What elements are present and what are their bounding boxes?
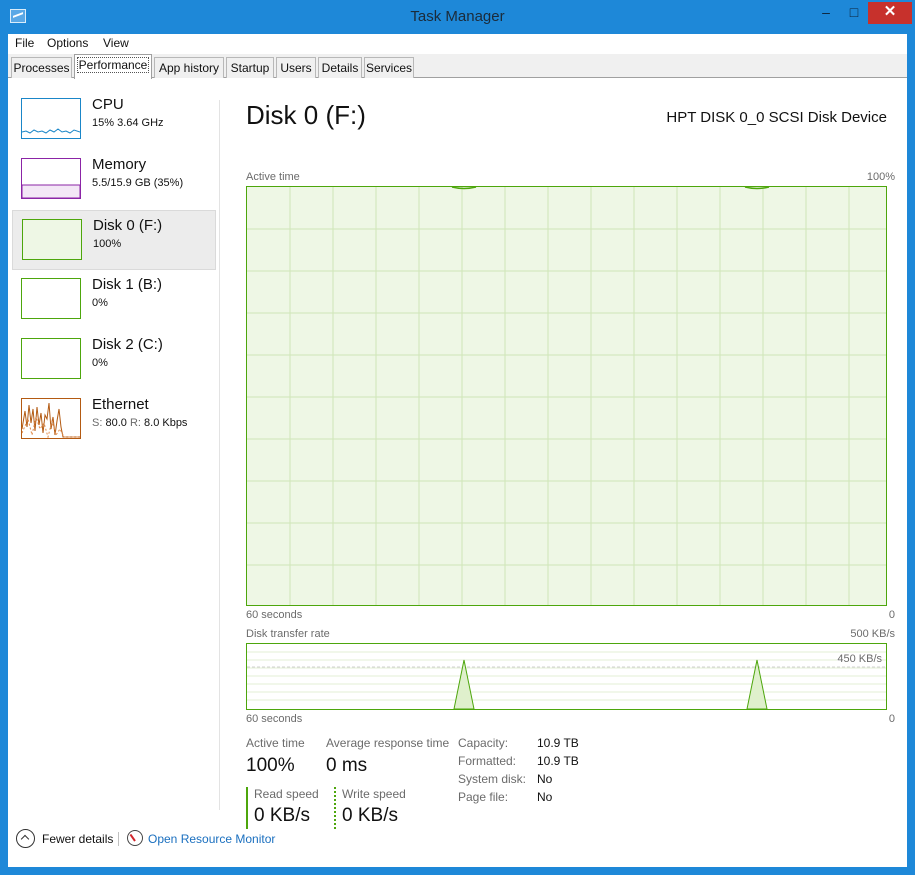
cpu-utilization: 15% (92, 117, 115, 129)
memory-thumbnail-graph (21, 158, 81, 199)
active-time-stat-label: Active time (246, 736, 305, 750)
transfer-max-label: 500 KB/s (850, 628, 895, 640)
device-name: Disk 0 (F:) (93, 217, 163, 234)
device-disk-2[interactable]: Disk 2 (C:) 0% (12, 330, 216, 390)
footer-separator (118, 832, 119, 846)
disk-0-thumbnail-graph (22, 219, 82, 260)
ethernet-throughput: S: 80.0 R: 8.0 Kbps (92, 417, 187, 429)
disk-detail-panel: Disk 0 (F:) HPT DISK 0_0 SCSI Disk Devic… (246, 78, 895, 829)
page-file-label: Page file: (458, 790, 509, 804)
avg-response-label: Average response time (326, 736, 450, 750)
tab-performance[interactable]: Performance (74, 54, 152, 79)
send-label: S: (92, 417, 103, 429)
open-resource-monitor-link[interactable]: Open Resource Monitor (148, 832, 275, 846)
detail-title: Disk 0 (F:) (246, 100, 366, 130)
tab-details[interactable]: Details (318, 57, 362, 78)
tab-users[interactable]: Users (276, 57, 316, 78)
device-disk-1[interactable]: Disk 1 (B:) 0% (12, 270, 216, 330)
write-speed-label: Write speed (342, 787, 406, 801)
title-bar[interactable]: Task Manager – □ ✕ (0, 0, 915, 34)
device-name: CPU (92, 96, 124, 113)
system-disk-label: System disk: (458, 772, 527, 786)
minimize-button[interactable]: – (812, 2, 840, 24)
memory-usage: 5.5/15.9 GB (35%) (92, 177, 184, 189)
tab-app-history[interactable]: App history (154, 57, 224, 78)
receive-label: R: (129, 417, 141, 429)
disk-1-usage: 0% (92, 297, 108, 309)
disk-2-thumbnail-graph (21, 338, 81, 379)
active-time-graph (246, 186, 887, 606)
menu-bar: File Options View (8, 34, 907, 54)
ethernet-sparkline (22, 402, 80, 438)
active-time-x-label: 60 seconds (246, 609, 303, 621)
tab-strip: Processes Performance App history Startu… (8, 54, 907, 79)
cpu-speed: 3.64 GHz (117, 117, 164, 129)
active-time-plot (247, 186, 886, 605)
formatted-label: Formatted: (458, 754, 517, 768)
device-model: HPT DISK 0_0 SCSI Disk Device (666, 109, 887, 126)
cpu-thumbnail-graph (21, 98, 81, 139)
device-name: Disk 1 (B:) (92, 276, 163, 293)
menu-view[interactable]: View (103, 36, 129, 50)
tab-performance-label: Performance (76, 57, 150, 73)
capacity-label: Capacity: (458, 736, 509, 750)
window-title: Task Manager (410, 8, 505, 25)
read-speed-label: Read speed (254, 787, 319, 801)
disk-2-usage: 0% (92, 357, 108, 369)
device-cpu[interactable]: CPU 15% 3.64 GHz (12, 90, 216, 150)
transfer-graph-label: Disk transfer rate (246, 628, 330, 640)
resource-monitor-icon[interactable] (127, 830, 143, 846)
ethernet-thumbnail-graph (21, 398, 81, 439)
device-name: Disk 2 (C:) (92, 336, 163, 353)
close-button[interactable]: ✕ (868, 2, 912, 24)
capacity-value: 10.9 TB (537, 736, 579, 750)
system-disk-value: No (537, 772, 553, 786)
tab-processes[interactable]: Processes (11, 57, 72, 78)
transfer-min-label: 0 (888, 713, 895, 725)
transfer-rate-plot (247, 651, 886, 710)
client-area: File Options View Processes Performance … (8, 34, 907, 867)
menu-options[interactable]: Options (47, 36, 88, 50)
footer: Fewer details Open Resource Monitor (8, 824, 907, 854)
menu-file[interactable]: File (15, 36, 34, 50)
task-manager-window: Task Manager – □ ✕ File Options View Pro… (0, 0, 915, 875)
fewer-details-button[interactable]: Fewer details (42, 832, 113, 846)
disk-1-thumbnail-graph (21, 278, 81, 319)
tab-startup[interactable]: Startup (226, 57, 274, 78)
tab-services[interactable]: Services (364, 57, 414, 78)
read-speed-indicator (246, 787, 248, 829)
cpu-sparkline (22, 128, 80, 134)
send-value: 80.0 (105, 417, 127, 429)
memory-sparkline (22, 184, 80, 198)
avg-response-value: 0 ms (326, 755, 368, 776)
device-memory[interactable]: Memory 5.5/15.9 GB (35%) (12, 150, 216, 210)
device-list: CPU 15% 3.64 GHz Memory 5.5/15.9 GB (35%… (8, 78, 220, 808)
transfer-rate-graph: 450 KB/s (246, 643, 887, 710)
receive-value: 8.0 Kbps (144, 417, 188, 429)
disk-0-usage: 100% (93, 238, 122, 250)
active-time-max-label: 100% (866, 171, 895, 183)
chevron-up-icon[interactable] (16, 829, 35, 848)
transfer-x-label: 60 seconds (246, 713, 303, 725)
active-time-stat-value: 100% (246, 755, 295, 776)
page-file-value: No (537, 790, 553, 804)
formatted-value: 10.9 TB (537, 754, 579, 768)
device-name: Ethernet (92, 396, 149, 413)
active-time-graph-label: Active time (246, 171, 300, 183)
device-disk-0[interactable]: Disk 0 (F:) 100% (12, 210, 216, 270)
maximize-button[interactable]: □ (840, 2, 868, 24)
device-name: Memory (92, 156, 147, 173)
active-time-min-label: 0 (888, 609, 895, 621)
device-ethernet[interactable]: Ethernet S: 80.0 R: 8.0 Kbps (12, 390, 216, 450)
write-speed-indicator (334, 787, 336, 829)
device-sub: 15% 3.64 GHz (92, 117, 164, 129)
panel-divider[interactable] (219, 100, 220, 810)
transfer-line-label: 450 KB/s (837, 653, 882, 665)
